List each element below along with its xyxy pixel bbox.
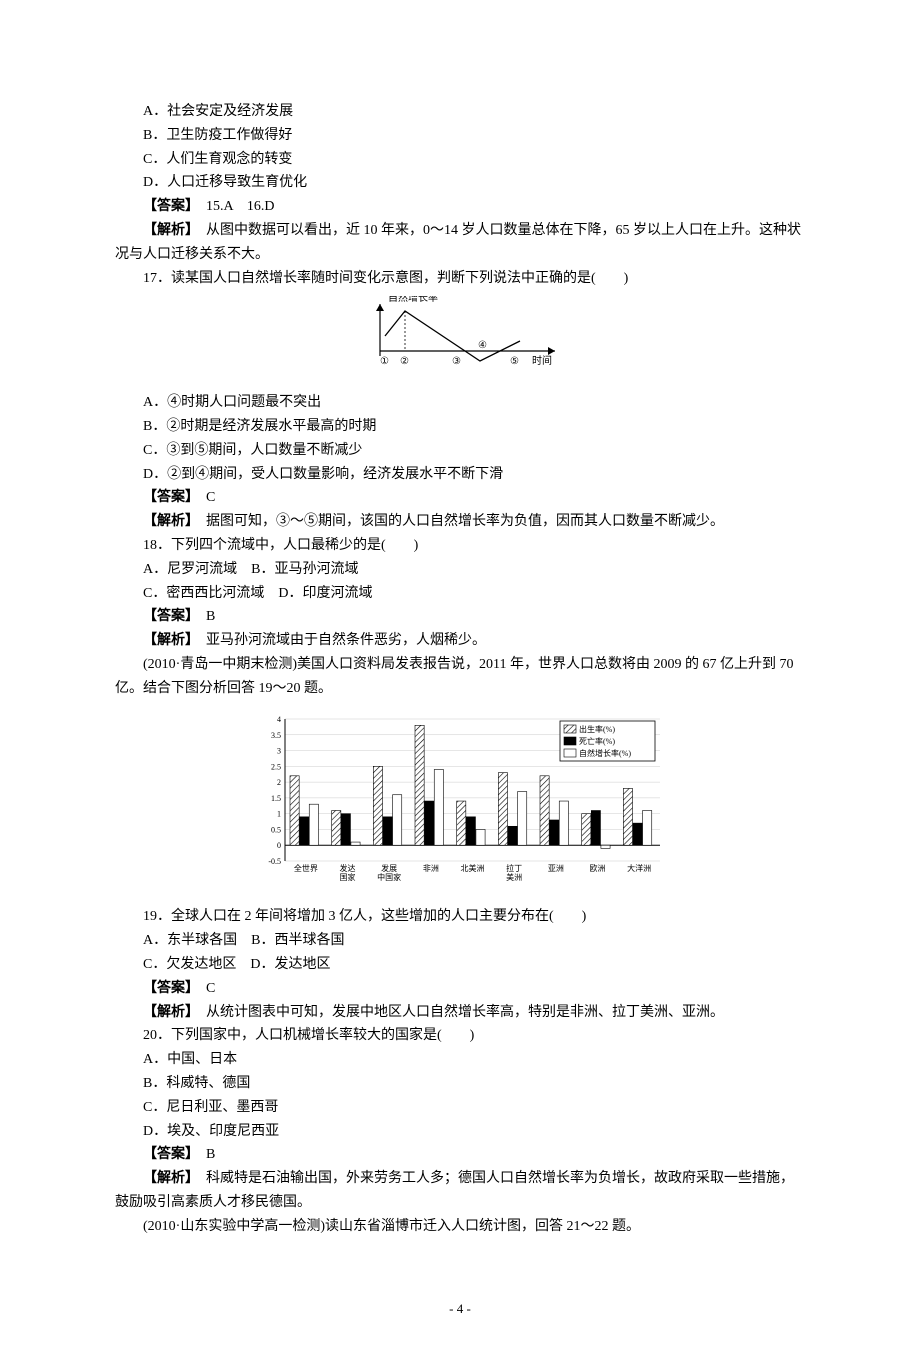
explanation: 【解析】 据图可知，③～⑤期间，该国的人口自然增长率为负值，因而其人口数量不断减…	[115, 510, 805, 534]
explanation: 【解析】 从图中数据可以看出，近 10 年来，0～14 岁人口数量总体在下降，6…	[115, 219, 805, 267]
answer-line: 【答案】 15.A 16.D	[115, 195, 805, 219]
answer-label: 【答案】	[143, 490, 192, 505]
option-d: D．人口迁移导致生育优化	[115, 171, 805, 195]
explanation-text: 从图中数据可以看出，近 10 年来，0～14 岁人口数量总体在下降，65 岁以上…	[115, 223, 801, 262]
option-a: A．中国、日本	[115, 1048, 805, 1072]
answer-line: 【答案】 B	[115, 605, 805, 629]
answer-label: 【答案】	[143, 609, 192, 624]
option-row-2: C．欠发达地区 D．发达地区	[115, 953, 805, 977]
question-stem: 18．下列四个流域中，人口最稀少的是( )	[115, 534, 805, 558]
option-c: C．人们生育观念的转变	[115, 148, 805, 172]
answer-text: 15.A 16.D	[206, 199, 274, 214]
svg-text:美洲: 美洲	[506, 872, 522, 882]
svg-text:中国家: 中国家	[377, 872, 401, 882]
option-c: C．③到⑤期间，人口数量不断减少	[115, 439, 805, 463]
passage-text: (2010·山东实验中学高一检测)读山东省淄博市迁入人口统计图，回答 21～22…	[115, 1215, 805, 1239]
svg-text:国家: 国家	[340, 872, 356, 882]
svg-text:2.5: 2.5	[271, 762, 281, 771]
option-row-1: A．尼罗河流域 B．亚马孙河流域	[115, 558, 805, 582]
explanation-text: 亚马孙河流域由于自然条件恶劣，人烟稀少。	[206, 633, 486, 648]
y-axis-label: 自然增长率	[388, 296, 438, 304]
answer-line: 【答案】 B	[115, 1143, 805, 1167]
question-stem: 20．下列国家中，人口机械增长率较大的国家是( )	[115, 1024, 805, 1048]
svg-text:-0.5: -0.5	[268, 857, 281, 866]
svg-text:欧洲: 欧洲	[590, 863, 606, 873]
passage-text: (2010·青岛一中期末检测)美国人口资料局发表报告说，2011 年，世界人口总…	[115, 653, 805, 701]
option-d: D．发达地区	[250, 957, 330, 972]
x-axis-label: 时间	[532, 354, 552, 367]
svg-text:1: 1	[277, 809, 281, 818]
svg-text:死亡率(%): 死亡率(%)	[579, 736, 615, 746]
svg-text:4: 4	[277, 715, 281, 724]
explanation-label: 【解析】	[143, 223, 192, 238]
option-b: B．科威特、德国	[115, 1072, 805, 1096]
svg-text:3: 3	[277, 746, 281, 755]
option-row-2: C．密西西比河流域 D．印度河流域	[115, 582, 805, 606]
population-bar-chart: -0.5 0 0.5 1 1.5 2 2.5 3 3.5 4 全世界 发达国家 发展中国家 非洲 北美洲 拉丁…	[115, 709, 805, 898]
answer-line: 【答案】 C	[115, 486, 805, 510]
explanation-label: 【解析】	[143, 514, 192, 529]
question-stem: 17．读某国人口自然增长率随时间变化示意图，判断下列说法中正确的是( )	[115, 267, 805, 291]
option-b: B．卫生防疫工作做得好	[115, 124, 805, 148]
tick-2: ②	[400, 356, 409, 367]
option-c: C．密西西比河流域	[143, 586, 264, 601]
option-a: A．尼罗河流域	[143, 562, 237, 577]
explanation-label: 【解析】	[143, 633, 192, 648]
growth-rate-diagram: 自然增长率 时间 ① ② ③ ④ ⑤	[115, 296, 805, 385]
explanation: 【解析】 从统计图表中可知，发展中地区人口自然增长率高，特别是非洲、拉丁美洲、亚…	[115, 1001, 805, 1025]
option-c: C．欠发达地区	[143, 957, 236, 972]
option-a: A．东半球各国	[143, 933, 237, 948]
option-a: A．社会安定及经济发展	[115, 100, 805, 124]
answer-label: 【答案】	[143, 981, 192, 996]
svg-text:发展: 发展	[381, 863, 397, 873]
svg-text:全世界: 全世界	[294, 863, 318, 873]
svg-text:非洲: 非洲	[423, 863, 439, 873]
explanation: 【解析】 亚马孙河流域由于自然条件恶劣，人烟稀少。	[115, 629, 805, 653]
svg-text:自然增长率(%): 自然增长率(%)	[579, 748, 631, 758]
svg-text:大洋洲: 大洋洲	[627, 863, 651, 873]
option-a: A．④时期人口问题最不突出	[115, 391, 805, 415]
answer-label: 【答案】	[143, 1147, 192, 1162]
tick-4: ④	[478, 340, 487, 351]
svg-text:1.5: 1.5	[271, 793, 281, 802]
explanation-text: 据图可知，③～⑤期间，该国的人口自然增长率为负值，因而其人口数量不断减少。	[206, 514, 724, 529]
answer-text: C	[206, 490, 215, 505]
explanation: 【解析】 科威特是石油输出国，外来劳务工人多；德国人口自然增长率为负增长，故政府…	[115, 1167, 805, 1215]
option-c: C．尼日利亚、墨西哥	[115, 1096, 805, 1120]
tick-1: ①	[380, 356, 389, 367]
svg-text:北美洲: 北美洲	[461, 863, 485, 873]
option-b: B．②时期是经济发展水平最高的时期	[115, 415, 805, 439]
answer-text: C	[206, 981, 215, 996]
answer-text: B	[206, 1147, 215, 1162]
svg-text:0: 0	[277, 841, 281, 850]
option-d: D．埃及、印度尼西亚	[115, 1120, 805, 1144]
option-d: D．印度河流域	[278, 586, 372, 601]
svg-text:发达: 发达	[340, 863, 356, 873]
option-b: B．西半球各国	[251, 933, 344, 948]
svg-text:亚洲: 亚洲	[548, 864, 564, 873]
explanation-label: 【解析】	[143, 1171, 192, 1186]
svg-text:拉丁: 拉丁	[506, 863, 522, 873]
svg-text:0.5: 0.5	[271, 825, 281, 834]
answer-line: 【答案】 C	[115, 977, 805, 1001]
svg-text:出生率(%): 出生率(%)	[579, 724, 615, 734]
bar-chart-svg: -0.5 0 0.5 1 1.5 2 2.5 3 3.5 4 全世界 发达国家 发展中国家 非洲 北美洲 拉丁…	[250, 709, 670, 889]
svg-text:2: 2	[277, 778, 281, 787]
answer-text: B	[206, 609, 215, 624]
option-b: B．亚马孙河流域	[251, 562, 358, 577]
answer-label: 【答案】	[143, 199, 192, 214]
question-stem: 19．全球人口在 2 年间将增加 3 亿人，这些增加的人口主要分布在( )	[115, 905, 805, 929]
option-row-1: A．东半球各国 B．西半球各国	[115, 929, 805, 953]
tick-3: ③	[452, 356, 461, 367]
line-graph-icon: 自然增长率 时间 ① ② ③ ④ ⑤	[350, 296, 570, 376]
explanation-label: 【解析】	[143, 1005, 192, 1020]
explanation-text: 从统计图表中可知，发展中地区人口自然增长率高，特别是非洲、拉丁美洲、亚洲。	[206, 1005, 724, 1020]
option-d: D．②到④期间，受人口数量影响，经济发展水平不断下滑	[115, 463, 805, 487]
tick-5: ⑤	[510, 356, 519, 367]
svg-text:3.5: 3.5	[271, 730, 281, 739]
explanation-text: 科威特是石油输出国，外来劳务工人多；德国人口自然增长率为负增长，故政府采取一些措…	[115, 1171, 794, 1210]
